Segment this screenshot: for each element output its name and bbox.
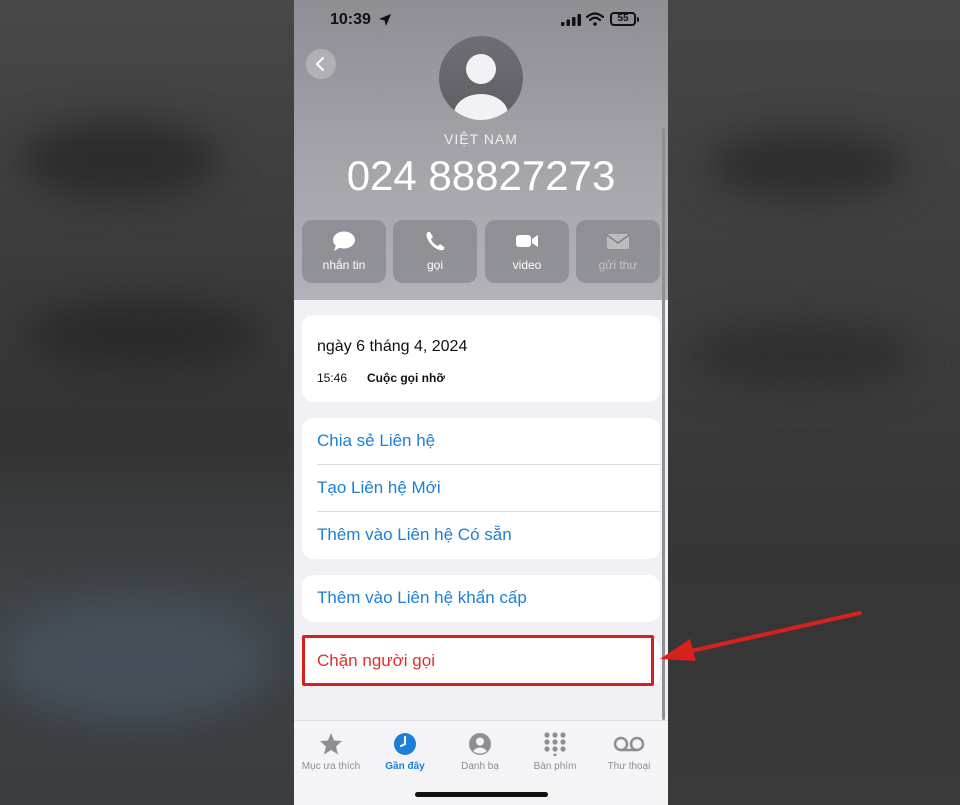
call-log-card: ngày 6 tháng 4, 2024 15:46 Cuộc gọi nhỡ	[302, 315, 660, 402]
mail-button[interactable]: gửi thư	[576, 220, 660, 283]
add-existing-contact-button[interactable]: Thêm vào Liên hệ Có sẵn	[302, 512, 660, 559]
tab-favorites-label: Mục ưa thích	[301, 761, 361, 772]
wifi-icon	[586, 12, 604, 26]
tab-contacts-label: Danh bạ	[461, 761, 499, 772]
tab-voicemail[interactable]: Thư thoại	[592, 729, 666, 781]
contact-phone-number: 024 88827273	[346, 152, 616, 199]
location-arrow-icon	[379, 14, 391, 26]
call-log-time: 15:46	[317, 371, 348, 385]
tab-favorites[interactable]: Mục ưa thích	[294, 729, 368, 781]
status-bar: 10:39 55	[294, 0, 668, 40]
star-icon	[320, 733, 342, 755]
mail-icon	[606, 234, 630, 249]
chevron-left-icon	[315, 57, 324, 71]
video-label: video	[512, 258, 542, 272]
annotation-arrow-icon	[660, 611, 862, 661]
back-button[interactable]	[306, 49, 336, 79]
tab-recents[interactable]: Gần đây	[368, 729, 442, 781]
message-button[interactable]: nhắn tin	[302, 220, 386, 283]
emergency-contact-card: Thêm vào Liên hệ khẩn cấp	[302, 575, 660, 622]
add-existing-contact-label: Thêm vào Liên hệ Có sẵn	[317, 525, 512, 544]
call-label: gọi	[426, 258, 443, 272]
share-contact-button[interactable]: Chia sẻ Liên hệ	[302, 418, 660, 465]
mail-label: gửi thư	[598, 258, 638, 272]
person-silhouette-icon	[454, 54, 508, 120]
message-icon	[333, 231, 355, 251]
voicemail-icon	[613, 736, 645, 752]
call-log-type: Cuộc gọi nhỡ	[367, 371, 445, 385]
tab-recents-label: Gần đây	[385, 761, 425, 772]
contact-avatar	[439, 36, 523, 120]
contact-options-card: Chia sẻ Liên hệ Tạo Liên hệ Mới Thêm vào…	[302, 418, 660, 559]
create-contact-button[interactable]: Tạo Liên hệ Mới	[302, 465, 660, 512]
battery-icon: 55	[610, 12, 639, 26]
call-button[interactable]: gọi	[393, 220, 477, 283]
blurred-background-right	[668, 0, 960, 805]
add-emergency-contact-button[interactable]: Thêm vào Liên hệ khẩn cấp	[302, 575, 660, 622]
add-emergency-contact-label: Thêm vào Liên hệ khẩn cấp	[317, 588, 527, 607]
video-button[interactable]: video	[485, 220, 569, 283]
home-indicator	[415, 792, 548, 797]
video-icon	[516, 235, 538, 247]
share-contact-label: Chia sẻ Liên hệ	[317, 431, 436, 450]
tab-keypad-label: Bàn phím	[533, 761, 577, 772]
person-icon	[469, 733, 491, 755]
tab-voicemail-label: Thư thoại	[607, 761, 651, 772]
phone-icon	[426, 232, 445, 251]
keypad-icon	[544, 732, 566, 756]
clock-icon	[394, 733, 416, 755]
battery-level: 55	[617, 13, 629, 24]
tab-contacts[interactable]: Danh bạ	[443, 729, 517, 781]
contact-header: 10:39 55 VIỆT NAM 024 88827273 nhắn tin …	[294, 0, 668, 300]
tab-keypad[interactable]: Bàn phím	[518, 729, 592, 781]
cellular-signal-icon	[561, 14, 581, 26]
annotation-highlight-box	[302, 635, 654, 686]
message-label: nhắn tin	[322, 258, 366, 272]
status-time: 10:39	[330, 11, 371, 28]
call-log-date: ngày 6 tháng 4, 2024	[317, 338, 468, 355]
blurred-background-left	[0, 0, 294, 805]
contact-country: VIỆT NAM	[444, 131, 518, 147]
create-contact-label: Tạo Liên hệ Mới	[317, 478, 441, 497]
